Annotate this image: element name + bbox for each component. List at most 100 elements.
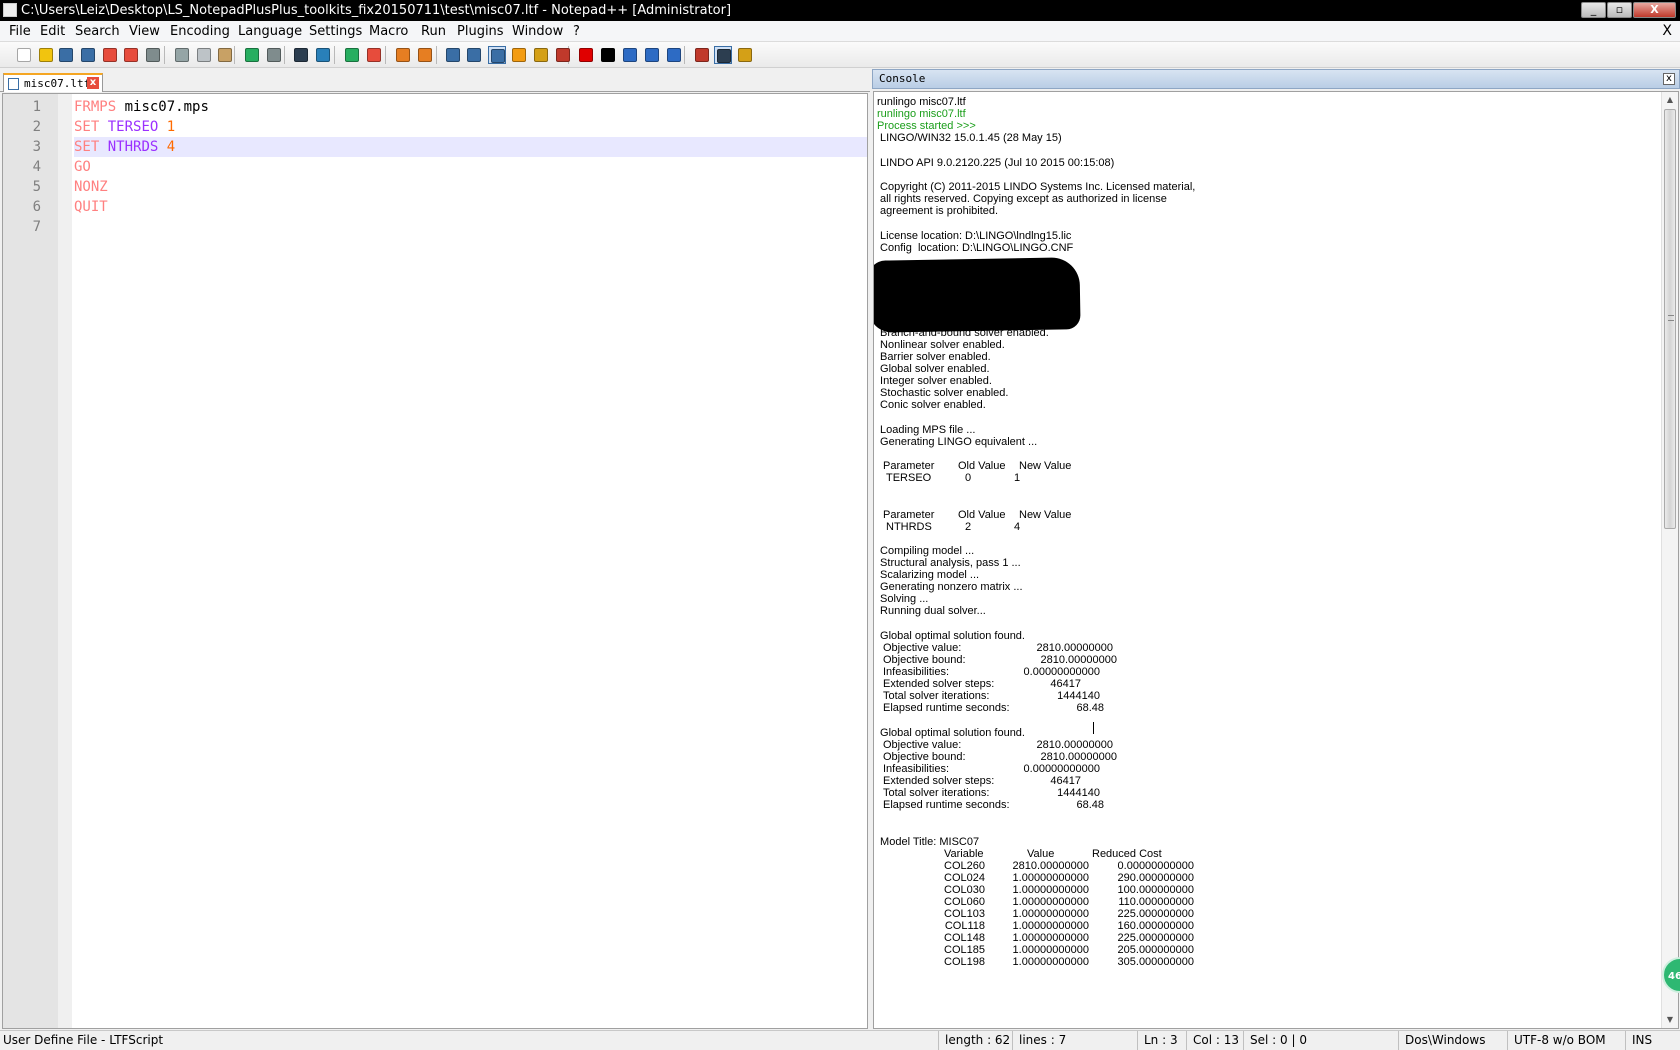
line-number: 3 [32,139,41,155]
stop-recording-button[interactable] [599,46,617,64]
toolbar-separator [234,46,235,64]
print-icon [146,48,160,62]
menu-file[interactable]: File [6,23,34,40]
scroll-up-icon[interactable]: ▲ [1662,92,1678,108]
tab-misc07[interactable]: misc07.ltf x [3,73,103,92]
undo-button[interactable] [243,46,261,64]
console-icon [717,49,731,63]
menu-run[interactable]: Run [418,23,449,40]
status-sel: Sel : 0 | 0 [1243,1031,1307,1050]
close-file-button[interactable] [101,46,119,64]
menu-settings[interactable]: Settings [306,23,365,40]
code-area[interactable]: FRMPS misc07.mps SET TERSEO 1 SET NTHRDS 4… [72,94,867,1028]
find-button[interactable] [292,46,310,64]
indent-guide-icon [491,49,505,63]
open-file-button[interactable] [37,46,55,64]
scroll-down-icon[interactable]: ▼ [1662,1012,1678,1028]
toolbar-separator [684,46,685,64]
close-file-icon [103,48,117,62]
param-table-header: New Value [1019,460,1072,472]
cut-button[interactable] [173,46,191,64]
doc-map-button[interactable] [532,46,550,64]
menu-help[interactable]: ? [570,23,583,40]
zoom-in-button[interactable] [343,46,361,64]
run-macro-multiple-button[interactable] [643,46,661,64]
sync-vertical-button[interactable] [394,46,412,64]
console-line: Conic solver enabled. [877,399,986,411]
print-button[interactable] [144,46,162,64]
close-window-button[interactable]: X [1633,2,1676,18]
console-line: Running dual solver... [877,605,986,617]
run-macro-multiple-icon [645,48,659,62]
sync-horizontal-button[interactable] [416,46,434,64]
save-button[interactable] [57,46,75,64]
code-token: TERSEO [107,119,159,135]
code-line[interactable]: FRMPS misc07.mps [74,97,867,117]
console-line: Generating LINGO equivalent ... [877,436,1038,448]
code-line[interactable]: QUIT [74,197,867,217]
close-all-button[interactable] [122,46,140,64]
paste-icon [218,48,232,62]
console-scrollbar[interactable]: ▲ ▼ [1661,92,1678,1028]
sync-vertical-icon [396,48,410,62]
save-all-button[interactable] [79,46,97,64]
code-line[interactable]: SET NTHRDS 4 [74,137,867,157]
variable-cell: 305.000000000 [1117,956,1194,968]
status-length: length : 62 [938,1031,1010,1050]
menu-edit[interactable]: Edit [37,23,68,40]
copy-button[interactable] [195,46,213,64]
show-all-chars-button[interactable] [465,46,483,64]
menu-search[interactable]: Search [72,23,123,40]
record-macro-button[interactable] [577,46,595,64]
scroll-thumb[interactable] [1664,109,1676,529]
paste-button[interactable] [216,46,234,64]
notepad-plus-plus-icon [3,3,17,17]
console-close-button[interactable]: x [1663,73,1675,85]
code-line[interactable] [74,217,867,237]
console-line: LINGO/WIN32 15.0.1.45 (28 May 15) [877,132,1062,144]
spell-check-button[interactable] [693,46,711,64]
save-macro-button[interactable] [665,46,683,64]
udl-button[interactable] [510,46,528,64]
menu-window[interactable]: Window [509,23,566,40]
title-bar: C:\Users\Leiz\Desktop\LS_NotepadPlusPlus… [0,0,1680,21]
redo-button[interactable] [265,46,283,64]
word-wrap-button[interactable] [444,46,462,64]
function-list-button[interactable] [554,46,572,64]
close-document-button[interactable]: X [1662,23,1672,40]
sync-horizontal-icon [418,48,432,62]
play-macro-icon [623,48,637,62]
play-macro-button[interactable] [621,46,639,64]
menu-view[interactable]: View [126,23,163,40]
replace-button[interactable] [314,46,332,64]
fold-margin[interactable] [58,94,72,1028]
console-button[interactable] [714,46,732,64]
open-file-icon [39,48,53,62]
console-output[interactable]: ▲ ▼ runlingo misc07.ltf runlingo misc07.l… [873,91,1679,1029]
code-token: misc07.mps [116,99,209,115]
code-line[interactable]: GO [74,157,867,177]
menu-macro[interactable]: Macro [366,23,411,40]
editor-pane[interactable]: 1234567 FRMPS misc07.mps SET TERSEO 1 SET … [2,93,868,1029]
undo-icon [245,48,259,62]
tab-close-button[interactable]: x [87,77,99,89]
plugin-button[interactable] [736,46,754,64]
menu-plugins[interactable]: Plugins [454,23,507,40]
minimize-button[interactable]: _ [1581,2,1606,18]
indent-guide-button[interactable] [488,46,506,64]
code-line[interactable]: NONZ [74,177,867,197]
grip-icon [1668,315,1674,321]
save-macro-icon [667,48,681,62]
maximize-button[interactable]: ▫ [1607,2,1632,18]
new-file-icon [17,48,31,62]
code-line[interactable]: SET TERSEO 1 [74,117,867,137]
menu-encoding[interactable]: Encoding [167,23,233,40]
menu-language[interactable]: Language [235,23,305,40]
line-number: 4 [32,159,41,175]
zoom-out-button[interactable] [365,46,383,64]
new-file-button[interactable] [15,46,33,64]
console-title: Console [879,72,926,85]
line-number: 5 [32,179,41,195]
find-icon [294,48,308,62]
